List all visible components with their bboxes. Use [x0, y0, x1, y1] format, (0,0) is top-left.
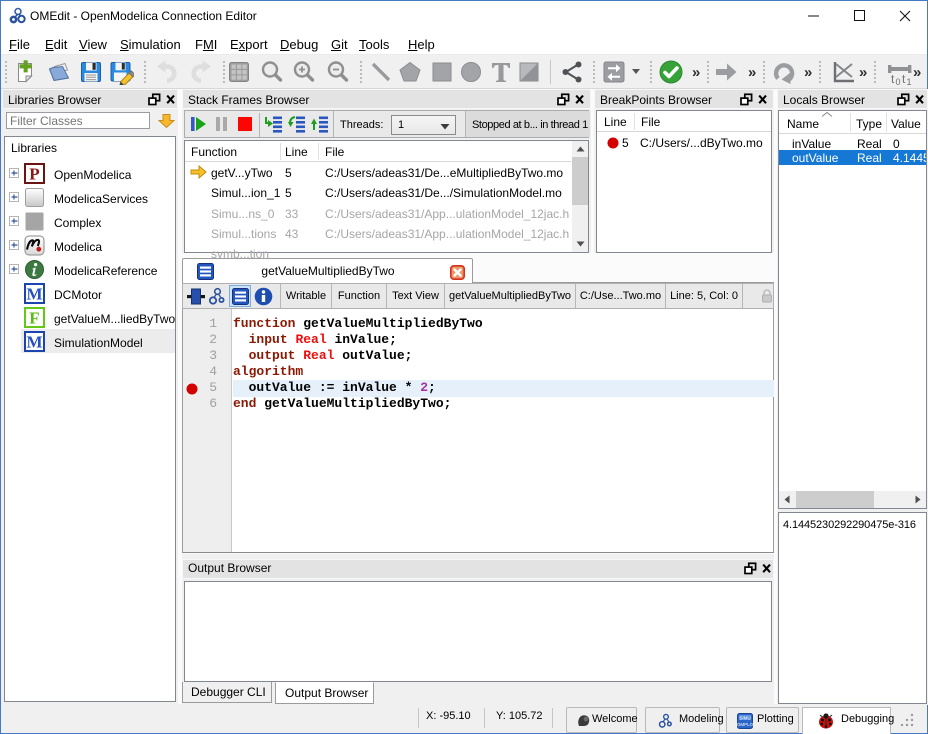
svg-text:t: t — [902, 72, 906, 85]
svg-text:P: P — [29, 165, 39, 184]
svg-text:t: t — [891, 72, 895, 85]
svg-text:1: 1 — [907, 77, 912, 85]
svg-text:OMPLO: OMPLO — [737, 722, 753, 727]
svg-text:0: 0 — [896, 77, 901, 85]
svg-text:F: F — [29, 309, 39, 328]
svg-text:M: M — [26, 285, 42, 304]
svg-text:SIMU: SIMU — [739, 716, 750, 721]
svg-text:M: M — [26, 333, 42, 352]
